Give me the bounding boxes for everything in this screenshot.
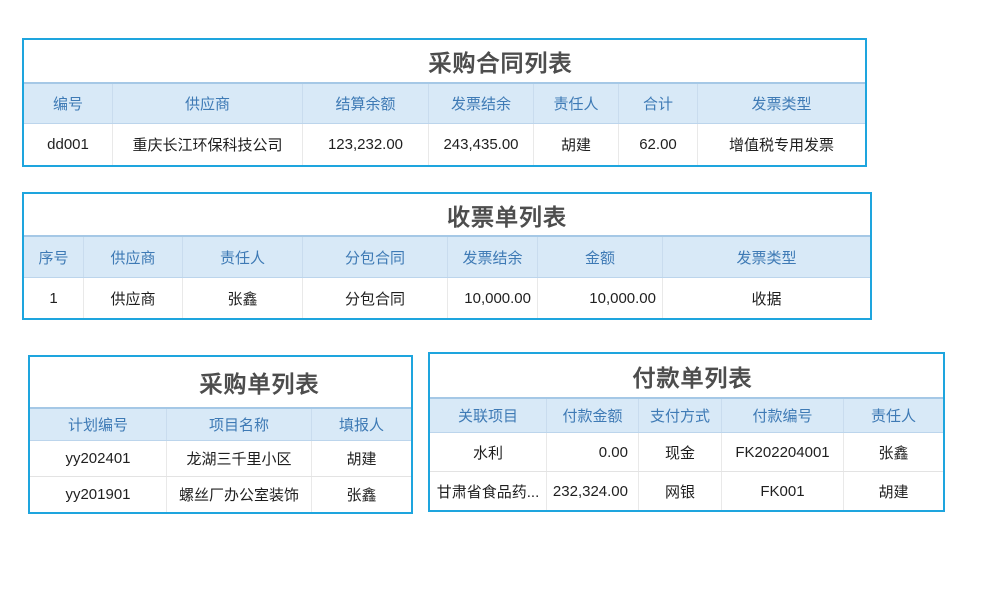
- column-header: 发票结余: [447, 237, 537, 277]
- cell-responsible-person: 胡建: [843, 472, 943, 510]
- table-title: 收票单列表: [447, 198, 567, 232]
- table-row: 1 供应商 张鑫 分包合同 10,000.00 10,000.00 收据: [24, 278, 870, 318]
- cell-plan-no: yy201901: [30, 477, 166, 512]
- table-title: 付款单列表: [633, 359, 753, 393]
- cell-payment-method: 网银: [638, 472, 721, 510]
- table-row: dd001 重庆长江环保科技公司 123,232.00 243,435.00 胡…: [24, 124, 865, 165]
- column-header: 项目名称: [166, 409, 311, 440]
- cell-supplier: 供应商: [83, 278, 182, 318]
- column-header: 责任人: [533, 84, 618, 123]
- column-header: 供应商: [83, 237, 182, 277]
- cell-filler: 胡建: [311, 441, 411, 476]
- table-title-row: 采购单列表: [30, 357, 411, 409]
- table-title-row: 付款单列表: [430, 354, 943, 399]
- table-title: 采购单列表: [200, 365, 320, 399]
- cell-invoice-type: 收据: [662, 278, 870, 318]
- cell-amount: 10,000.00: [537, 278, 662, 318]
- cell-payment-method: 现金: [638, 433, 721, 471]
- cell-related-project: 甘肃省食品药...: [430, 472, 546, 510]
- cell-project-name: 龙湖三千里小区: [166, 441, 311, 476]
- cell-responsible-person: 张鑫: [843, 433, 943, 471]
- cell-subcontract: 分包合同: [302, 278, 447, 318]
- column-header: 供应商: [112, 84, 302, 123]
- column-header: 编号: [24, 84, 112, 123]
- receipt-table: 收票单列表 序号 供应商 责任人 分包合同 发票结余 金额 发票类型 1 供应商…: [22, 192, 872, 320]
- column-header: 序号: [24, 237, 83, 277]
- table-header-row: 关联项目 付款金额 支付方式 付款编号 责任人: [430, 399, 943, 433]
- cell-invoice-balance: 10,000.00: [447, 278, 537, 318]
- cell-payment-amount: 0.00: [546, 433, 638, 471]
- column-header: 发票类型: [697, 84, 865, 123]
- cell-related-project: 水利: [430, 433, 546, 471]
- cell-serial-no: 1: [24, 278, 83, 318]
- column-header: 分包合同: [302, 237, 447, 277]
- column-header: 计划编号: [30, 409, 166, 440]
- cell-payment-no: FK001: [721, 472, 843, 510]
- cell-responsible-person: 张鑫: [182, 278, 302, 318]
- column-header: 填报人: [311, 409, 411, 440]
- column-header: 支付方式: [638, 399, 721, 432]
- table-row: 水利 0.00 现金 FK202204001 张鑫: [430, 433, 943, 471]
- cell-total: 62.00: [618, 124, 697, 165]
- cell-project-name: 螺丝厂办公室装饰: [166, 477, 311, 512]
- column-header: 结算余额: [302, 84, 428, 123]
- cell-filler: 张鑫: [311, 477, 411, 512]
- purchase-order-table: 采购单列表 计划编号 项目名称 填报人 yy202401 龙湖三千里小区 胡建 …: [28, 355, 413, 514]
- cell-invoice-balance: 243,435.00: [428, 124, 533, 165]
- cell-responsible-person: 胡建: [533, 124, 618, 165]
- cell-invoice-type: 增值税专用发票: [697, 124, 865, 165]
- table-header-row: 编号 供应商 结算余额 发票结余 责任人 合计 发票类型: [24, 84, 865, 124]
- table-row: yy202401 龙湖三千里小区 胡建: [30, 441, 411, 476]
- table-row: yy201901 螺丝厂办公室装饰 张鑫: [30, 476, 411, 512]
- column-header: 付款编号: [721, 399, 843, 432]
- cell-supplier: 重庆长江环保科技公司: [112, 124, 302, 165]
- table-header-row: 序号 供应商 责任人 分包合同 发票结余 金额 发票类型: [24, 237, 870, 278]
- cell-settlement-balance: 123,232.00: [302, 124, 428, 165]
- column-header: 责任人: [182, 237, 302, 277]
- column-header: 付款金额: [546, 399, 638, 432]
- cell-payment-no: FK202204001: [721, 433, 843, 471]
- column-header: 关联项目: [430, 399, 546, 432]
- column-header: 发票结余: [428, 84, 533, 123]
- payment-table: 付款单列表 关联项目 付款金额 支付方式 付款编号 责任人 水利 0.00 现金…: [428, 352, 945, 512]
- purchase-contract-table: 采购合同列表 编号 供应商 结算余额 发票结余 责任人 合计 发票类型 dd00…: [22, 38, 867, 167]
- table-row: 甘肃省食品药... 232,324.00 网银 FK001 胡建: [430, 471, 943, 510]
- table-title-row: 收票单列表: [24, 194, 870, 237]
- cell-plan-no: yy202401: [30, 441, 166, 476]
- table-header-row: 计划编号 项目名称 填报人: [30, 409, 411, 441]
- table-title-row: 采购合同列表: [24, 40, 865, 84]
- column-header: 责任人: [843, 399, 943, 432]
- cell-contract-no: dd001: [24, 124, 112, 165]
- column-header: 金额: [537, 237, 662, 277]
- column-header: 发票类型: [662, 237, 870, 277]
- cell-payment-amount: 232,324.00: [546, 472, 638, 510]
- column-header: 合计: [618, 84, 697, 123]
- table-title: 采购合同列表: [429, 44, 573, 78]
